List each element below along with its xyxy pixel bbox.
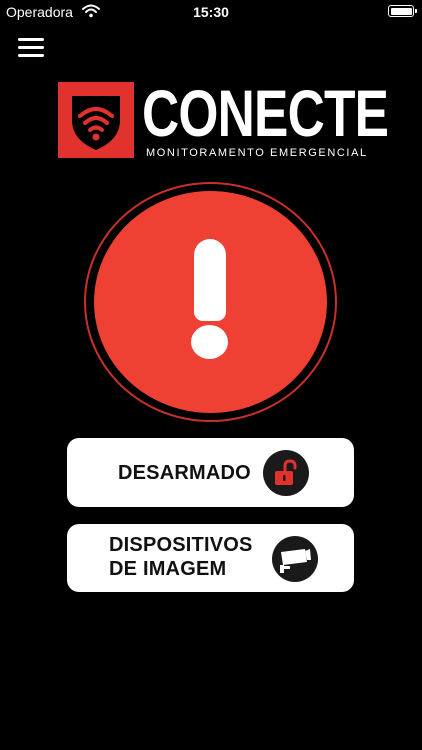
battery-icon (388, 5, 417, 17)
emergency-alert-button[interactable] (94, 191, 327, 413)
brand-subtitle: MONITORAMENTO EMERGENCIAL (146, 147, 368, 159)
disarmed-label: DESARMADO (118, 462, 251, 484)
image-devices-label-line2: DE IMAGEM (109, 558, 227, 580)
status-bar: Operadora 15:30 (0, 0, 422, 24)
image-devices-button[interactable]: DISPOSITIVOS DE IMAGEM (67, 524, 354, 592)
unlocked-padlock-icon (263, 450, 309, 496)
image-devices-label: DISPOSITIVOS DE IMAGEM (109, 533, 253, 581)
brand-name: CONECTE (142, 76, 389, 150)
shield-wifi-icon (58, 82, 134, 158)
clock: 15:30 (193, 4, 229, 20)
disarmed-status-button[interactable]: DESARMADO (67, 438, 354, 507)
hamburger-menu-icon[interactable] (18, 38, 44, 60)
security-camera-icon (272, 536, 318, 582)
image-devices-label-line1: DISPOSITIVOS (109, 534, 253, 556)
